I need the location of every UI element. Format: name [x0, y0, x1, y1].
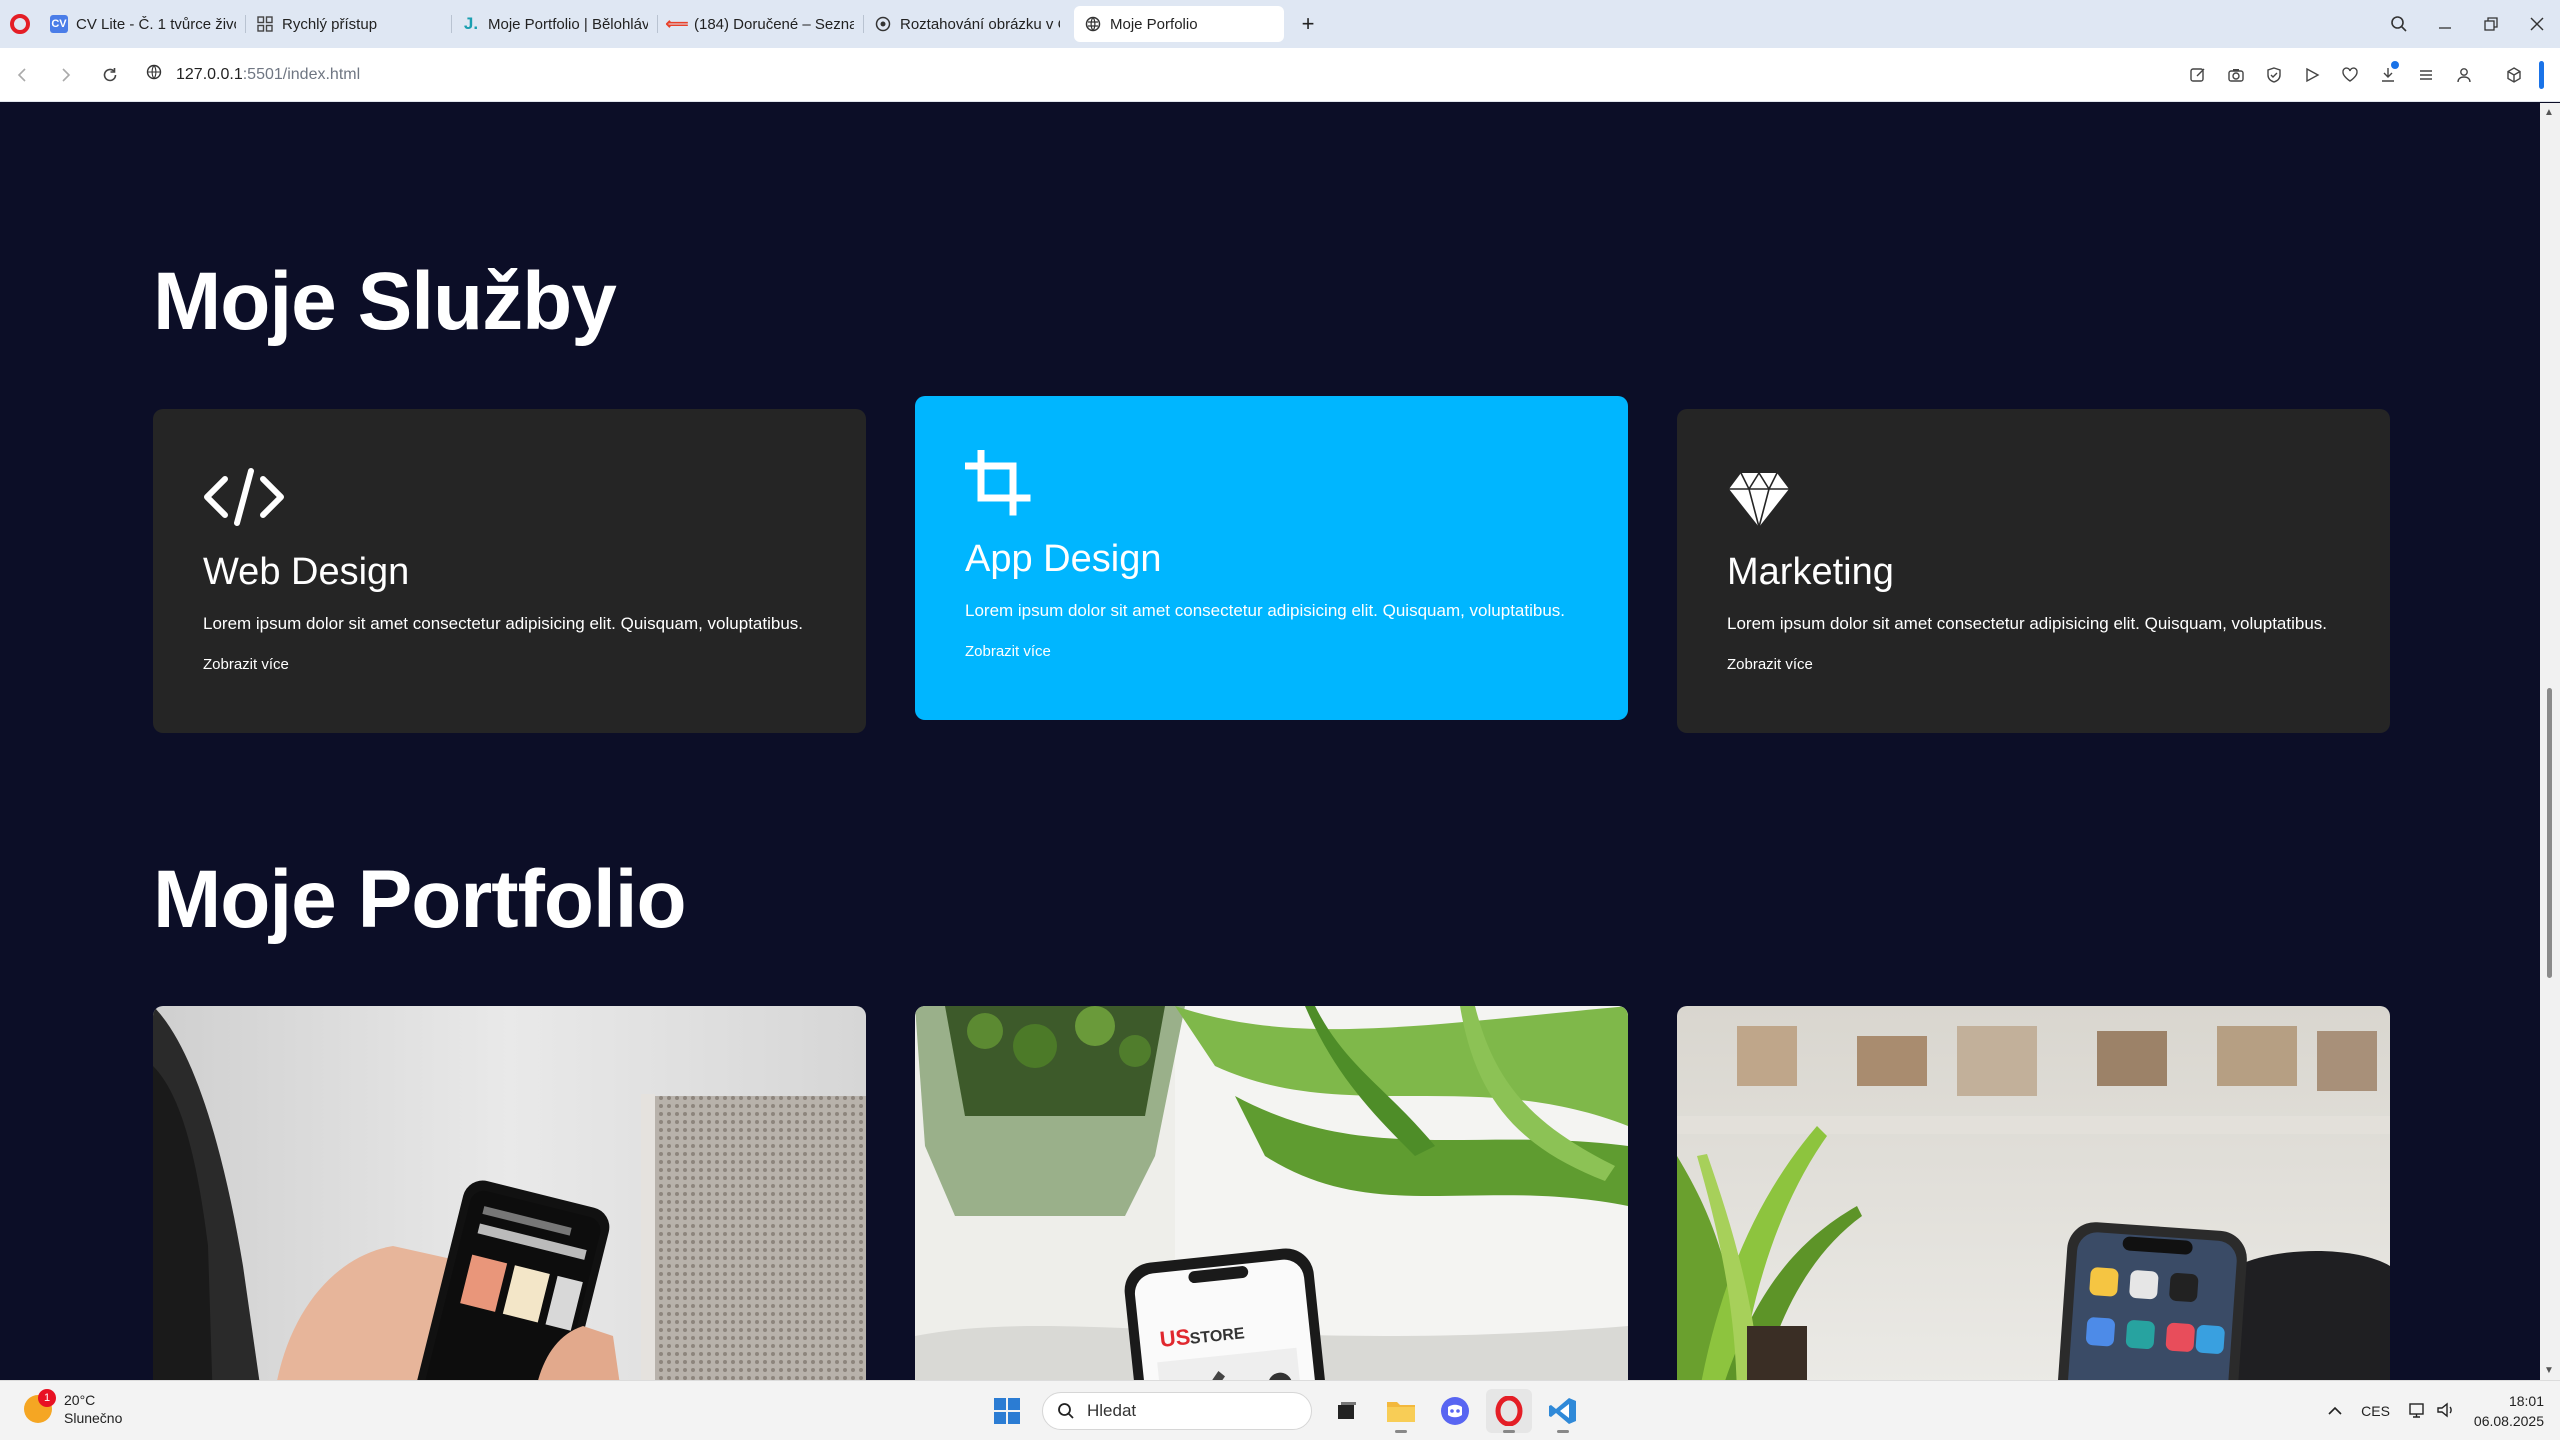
tab-title: Moje Porfolio: [1110, 15, 1198, 33]
camera-icon[interactable]: [2217, 48, 2255, 102]
file-explorer-icon[interactable]: [1378, 1389, 1424, 1433]
tab-moje-porfolio-active[interactable]: Moje Porfolio: [1074, 6, 1284, 42]
scroll-down-arrow[interactable]: ▼: [2544, 1365, 2554, 1376]
tab-cv-lite[interactable]: CV CV Lite - Č. 1 tvůrce životopisů: [40, 6, 246, 42]
scroll-up-arrow[interactable]: ▲: [2544, 107, 2554, 118]
windows-start-icon[interactable]: [984, 1389, 1030, 1433]
url-field[interactable]: 127.0.0.1:5501/index.html: [146, 64, 360, 85]
close-window-button[interactable]: [2514, 0, 2560, 48]
service-description: Lorem ipsum dolor sit amet consectetur a…: [965, 601, 1566, 620]
network-icon[interactable]: [2408, 1401, 2428, 1422]
task-view-icon[interactable]: [1324, 1389, 1370, 1433]
tab-title: Rychlý přístup: [282, 15, 378, 33]
service-card-marketing[interactable]: Marketing Lorem ipsum dolor sit amet con…: [1677, 409, 2390, 733]
weather-description: Slunečno: [64, 1410, 123, 1426]
portfolio-title: Moje Portfolio: [153, 854, 687, 945]
service-card-app-design[interactable]: App Design Lorem ipsum dolor sit amet co…: [915, 396, 1628, 720]
download-indicator: [2391, 60, 2399, 69]
cv-icon: CV: [50, 15, 68, 33]
clock-time: 18:01: [2508, 1393, 2544, 1409]
phone-in-hand-photo[interactable]: [153, 1006, 866, 1380]
url-host: 127.0.0.1: [176, 65, 243, 83]
sun-icon: 1: [24, 1389, 56, 1423]
service-description: Lorem ipsum dolor sit amet consectetur a…: [1727, 614, 2328, 633]
play-icon[interactable]: [2293, 48, 2331, 102]
back-button[interactable]: [0, 48, 44, 102]
site-info-icon[interactable]: [146, 64, 162, 85]
tab-title: (184) Doručené – Seznam: [694, 15, 854, 33]
search-placeholder: Hledat: [1087, 1401, 1137, 1420]
tab-quick-access[interactable]: Rychlý přístup: [246, 6, 452, 42]
scrollbar-thumb[interactable]: [2547, 688, 2552, 978]
clock-date: 06.08.2025: [2473, 1413, 2544, 1429]
tab-title: Roztahování obrázku v CSS: [900, 15, 1060, 33]
taskbar-search-input[interactable]: Hledat: [1042, 1392, 1312, 1430]
new-tab-button[interactable]: +: [1290, 6, 1326, 42]
opera-menu-icon[interactable]: [0, 0, 40, 48]
tab-title: CV Lite - Č. 1 tvůrce životopisů: [76, 15, 236, 33]
service-title: Web Design: [203, 551, 410, 593]
menu-icon[interactable]: [2407, 48, 2445, 102]
tab-css-image-stretch[interactable]: Roztahování obrázku v CSS: [864, 6, 1070, 42]
service-card-web-design[interactable]: Web Design Lorem ipsum dolor sit amet co…: [153, 409, 866, 733]
browser-tab-bar: CV CV Lite - Č. 1 tvůrce životopisů Rych…: [0, 0, 2560, 48]
profile-icon[interactable]: [2445, 48, 2483, 102]
opera-browser-icon[interactable]: [1486, 1389, 1532, 1433]
service-title: Marketing: [1727, 551, 1894, 593]
edit-icon[interactable]: [2179, 48, 2217, 102]
tab-seznam-email[interactable]: ⟸ (184) Doručené – Seznam: [658, 6, 864, 42]
show-more-link[interactable]: Zobrazit více: [203, 656, 289, 673]
weather-widget[interactable]: 1 20°C Slunečno: [24, 1389, 123, 1427]
seznam-icon: ⟸: [665, 16, 689, 33]
show-hidden-icons-chevron-icon[interactable]: [2327, 1403, 2343, 1419]
show-more-link[interactable]: Zobrazit více: [965, 643, 1051, 660]
address-bar: 127.0.0.1:5501/index.html: [0, 48, 2560, 102]
diamond-icon: [1727, 459, 2340, 529]
code-icon: [203, 459, 816, 529]
sidebar-toggle[interactable]: [2539, 60, 2544, 89]
restore-button[interactable]: [2468, 0, 2514, 48]
discord-icon[interactable]: [1432, 1389, 1478, 1433]
extensions-cube-icon[interactable]: [2495, 48, 2533, 102]
crop-icon: [965, 446, 1578, 516]
heart-icon[interactable]: [2331, 48, 2369, 102]
show-more-link[interactable]: Zobrazit více: [1727, 656, 1813, 673]
search-tabs-icon[interactable]: [2376, 0, 2422, 48]
service-title: App Design: [965, 538, 1162, 580]
forward-button[interactable]: [44, 48, 88, 102]
services-title: Moje Služby: [153, 256, 617, 347]
shield-icon[interactable]: [2255, 48, 2293, 102]
notification-badge: 1: [38, 1389, 56, 1407]
search-icon: [1058, 1403, 1074, 1419]
web-icon: [874, 15, 892, 33]
vscode-icon[interactable]: [1540, 1389, 1586, 1433]
svg-text:US: US: [1158, 1324, 1191, 1352]
page-scrollbar[interactable]: ▲ ▼: [2540, 103, 2560, 1380]
volume-icon[interactable]: [2436, 1401, 2456, 1422]
download-icon[interactable]: [2369, 48, 2407, 102]
grid-icon: [256, 15, 274, 33]
globe-icon: [1084, 15, 1102, 33]
url-path: :5501/index.html: [242, 65, 361, 83]
phone-with-plant-photo[interactable]: US STORE: [915, 1006, 1628, 1380]
tab-title: Moje Portfolio | Bělohlávek: [488, 15, 648, 33]
page-viewport: Moje Služby Web Design Lorem ipsum dolor…: [0, 103, 2540, 1380]
j-icon: J.: [463, 14, 479, 33]
weather-temperature: 20°C: [64, 1392, 96, 1408]
phone-on-desk-photo[interactable]: [1677, 1006, 2390, 1380]
language-indicator[interactable]: CES: [2361, 1403, 2390, 1419]
system-clock[interactable]: 18:01 06.08.2025: [2474, 1391, 2544, 1431]
reload-button[interactable]: [88, 48, 132, 102]
tab-moje-portfolio-belohlavek[interactable]: J. Moje Portfolio | Bělohlávek: [452, 6, 658, 42]
minimize-button[interactable]: [2422, 0, 2468, 48]
service-description: Lorem ipsum dolor sit amet consectetur a…: [203, 614, 804, 633]
windows-taskbar: 1 20°C Slunečno Hledat CES 18:01 06.08.2…: [0, 1380, 2560, 1440]
